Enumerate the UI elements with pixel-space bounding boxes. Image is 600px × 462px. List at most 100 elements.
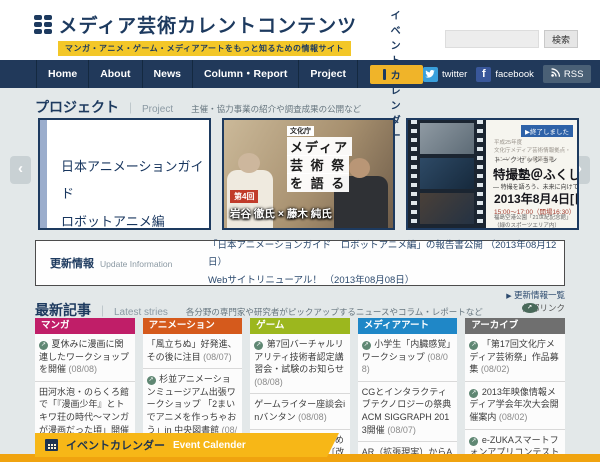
article-date: (08/08) <box>298 412 327 422</box>
article-date: (08/02) <box>481 364 510 374</box>
agency-label: 文化庁 <box>287 126 314 136</box>
update-info-box: 更新情報 Update Information 「日本アニメーションガイド ロボ… <box>35 240 565 286</box>
main-nav: Home About News Column・Report Project イベ… <box>0 60 600 88</box>
slide2-big-line3: を 語 る <box>287 173 349 192</box>
nav-event-calendar-button[interactable]: イベントカレンダー <box>370 65 423 84</box>
project-description: 主催・協力事業の紹介や調査成果の公開など <box>191 103 361 115</box>
update-info-more-link[interactable]: ▶ 更新情報一覧 <box>506 289 565 301</box>
update-item-link[interactable]: Webサイトリニューアル！ <box>208 275 322 286</box>
site-logo[interactable]: メディア芸術カレントコンテンツ <box>34 11 357 38</box>
external-link-icon: ↗ <box>147 376 156 385</box>
latest-section-heading: 最新記事 ｜ Latest stries 各分野の専門家や研究者がピックアップす… <box>35 300 483 320</box>
article-date: (08/08) <box>254 377 283 387</box>
film-frame-3 <box>420 193 474 224</box>
search-box: 検索 <box>445 30 578 48</box>
heading-divider: ｜ <box>97 303 108 319</box>
flyer-venue-line1: 福島空港公園「21世紀記念館」 <box>494 215 572 221</box>
film-sprocket-left <box>411 120 417 228</box>
calendar-icon <box>45 439 58 451</box>
article-item[interactable]: ↗ e-ZUKAスマートフォンアプリコンテストのお知らせ (07/29) <box>465 430 565 455</box>
nav-about[interactable]: About <box>89 60 142 88</box>
article-item[interactable]: ↗ 「第17回文化庁メディア芸術祭」作品募集 (08/02) <box>465 334 565 382</box>
slide-left-stripe <box>40 120 47 228</box>
project-title: プロジェクト <box>35 97 119 117</box>
heading-divider: ｜ <box>125 100 136 116</box>
article-item[interactable]: ↗ 2013年映像情報メディア学会年次大会開催案内 (08/02) <box>465 382 565 430</box>
slide2-big-line2: 芸 術 祭 <box>287 155 349 174</box>
flyer-venue-line2: （緑のスポーツエリア内） <box>494 223 560 229</box>
slide2-big-line1: メディア <box>287 137 352 156</box>
article-item[interactable]: 「風立ちぬ」好発進、その後に注目 (08/07) <box>143 334 243 369</box>
rss-button[interactable]: RSS <box>543 65 592 83</box>
slide-title-text: 日本アニメーションガイド ロボットアニメ編 <box>61 153 209 230</box>
facebook-button[interactable]: f facebook <box>476 67 534 82</box>
nav-news[interactable]: News <box>143 60 193 88</box>
column-header-manga[interactable]: マンガ <box>35 318 135 334</box>
ended-badge: ▶終了しました <box>521 125 573 137</box>
latest-description: 各分野の専門家や研究者がピックアップするニュースやコラム・レポートなど <box>186 306 483 318</box>
nav-column-report[interactable]: Column・Report <box>193 60 299 88</box>
guest-names: 岩谷 徹氏 × 藤木 純氏 <box>230 206 332 221</box>
article-date: (08/02) <box>499 412 528 422</box>
twitter-button[interactable]: twitter <box>423 67 467 82</box>
event-calendar-title: イベントカレンダー <box>66 437 165 453</box>
facebook-icon: f <box>476 67 491 82</box>
update-item-date: （2013年08月08日） <box>325 275 415 286</box>
external-link-icon: ↗ <box>469 437 478 446</box>
carousel-prev-button[interactable]: ‹ <box>10 156 31 184</box>
carousel-slide-animation-guide[interactable]: 日本アニメーションガイド ロボットアニメ編 <box>38 118 211 230</box>
site-header: メディア芸術カレントコンテンツ マンガ・アニメ・ゲーム・メディアアートをもっと知… <box>0 0 600 60</box>
column-header-game[interactable]: ゲーム <box>250 318 350 334</box>
article-date: (08/07) <box>387 425 416 435</box>
external-link-icon: ↗ <box>39 341 48 350</box>
rss-label: RSS <box>564 69 584 80</box>
search-input[interactable] <box>445 30 539 48</box>
site-title: メディア芸術カレントコンテンツ <box>59 11 358 38</box>
project-section-heading: プロジェクト ｜ Project 主催・協力事業の紹介や調査成果の公開など <box>35 97 361 117</box>
twitter-label: twitter <box>442 69 467 80</box>
article-item[interactable]: ↗ 第7回バーチャルリアリティ技術者認定講習会・試験のお知らせ (08/08) <box>250 334 350 394</box>
column-header-media-art[interactable]: メディアアート <box>358 318 458 334</box>
twitter-icon <box>423 67 438 82</box>
logo-dots-icon <box>34 15 52 35</box>
article-item[interactable]: ↗ 小学生「内臓感覚」ワークショップ (08/08) <box>358 334 458 382</box>
external-link-icon: ↗ <box>469 389 478 398</box>
flyer-panel: ▶終了しました 平成25年度 文化庁メディア芸術情報拠点・コンソーシアム構築事業… <box>486 120 577 228</box>
article-title: 田河水泡・のらくろ館で「『漫画少年』とトキワ荘の時代～マンガが漫画だった頃」開催 <box>39 387 129 435</box>
article-item[interactable]: ↗ 夏休みに漫画に関連したワークショップを開催 (08/08) <box>35 334 135 382</box>
latest-title-en: Latest stries <box>114 307 168 318</box>
update-item[interactable]: Webサイトリニューアル！ （2013年08月08日） <box>208 272 564 290</box>
update-info-title: 更新情報 <box>50 255 94 271</box>
film-strip-graphic <box>408 120 486 228</box>
update-item[interactable]: 「日本アニメーションガイド ロボットアニメ編」の報告書公開 （2013年08月1… <box>208 237 564 272</box>
film-frame-2 <box>420 158 474 189</box>
nav-home[interactable]: Home <box>36 60 89 88</box>
update-item-link[interactable]: 「日本アニメーションガイド ロボットアニメ編」の報告書公開 <box>208 240 483 251</box>
flyer-date: 2013年8月4日[日] <box>494 190 579 207</box>
site-tagline: マンガ・アニメ・ゲーム・メディアアートをもっと知るための情報サイト <box>58 41 351 56</box>
flyer-note-line1: 平成25年度 <box>494 140 522 146</box>
nav-project[interactable]: Project <box>299 60 358 88</box>
calendar-icon <box>383 69 386 80</box>
film-sprocket-right <box>477 120 483 228</box>
slide1-line2: ロボットアニメ編 <box>61 208 209 230</box>
external-link-icon: ↗ <box>469 341 478 350</box>
rss-icon <box>551 68 560 80</box>
update-info-more-label: 更新情報一覧 <box>514 290 565 300</box>
list-arrow-icon: ▶ <box>506 293 511 300</box>
flyer-title: 特撮塾＠ふくしま <box>493 164 579 183</box>
column-media-art: メディアアート ↗ 小学生「内臓感覚」ワークショップ (08/08) CGとイン… <box>358 318 458 455</box>
article-item[interactable]: ゲームライター座談会inバンタン (08/08) <box>250 394 350 429</box>
column-header-archive[interactable]: アーカイブ <box>465 318 565 334</box>
article-date: (08/08) <box>69 364 98 374</box>
project-title-en: Project <box>142 104 173 115</box>
article-item[interactable]: CGとインタラクティブテクノロジーの祭典ACM SIGGRAPH 2013開催 … <box>358 382 458 442</box>
carousel-slide-media-arts-talk[interactable]: 文化庁 メディア 芸 術 祭 を 語 る 第4回 岩谷 徹氏 × 藤木 純氏 <box>222 118 395 230</box>
external-link-legend[interactable]: ↗ 外部リンク <box>522 302 565 314</box>
search-button[interactable]: 検索 <box>544 30 578 48</box>
update-info-heading: 更新情報 Update Information <box>36 255 208 271</box>
column-header-animation[interactable]: アニメーション <box>143 318 243 334</box>
carousel-slide-tokusatsu-fukushima[interactable]: ▶終了しました 平成25年度 文化庁メディア芸術情報拠点・コンソーシアム構築事業… <box>406 118 579 230</box>
flyer-venue: 福島空港公園「21世紀記念館」 （緑のスポーツエリア内） <box>494 215 572 230</box>
nav-social-group: twitter f facebook RSS <box>423 65 591 83</box>
